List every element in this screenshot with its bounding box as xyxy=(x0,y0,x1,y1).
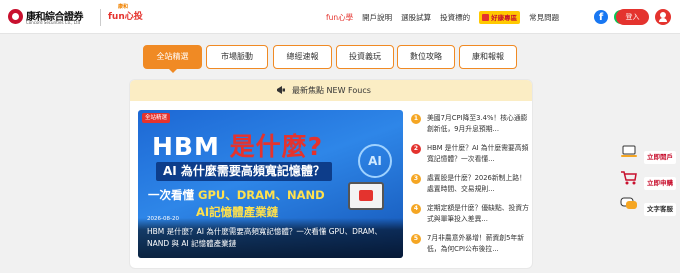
tab-market[interactable]: 市場脈動 xyxy=(206,45,268,69)
news-item-title[interactable]: 定期定額是什麼？優缺點、投資方式與單筆投入差異... xyxy=(427,203,531,225)
news-card-header: 最新焦點 NEW Foucs xyxy=(130,80,532,101)
megaphone-icon xyxy=(277,86,285,94)
banner-title-what: 是什麼? xyxy=(229,132,324,161)
top-nav: fun心學 開戶說明 選股試算 投資標的 好康專區 常見問題 xyxy=(326,10,568,24)
site-header: 康和綜合證券 Concord Securities Co., Ltd fun心投… xyxy=(0,0,680,34)
news-list-item[interactable]: 1 美國7月CPI降至3.4%！核心通膨創新低，9月升息預期... xyxy=(411,113,529,143)
news-item-title[interactable]: 美國7月CPI降至3.4%！核心通膨創新低，9月升息預期... xyxy=(427,113,531,135)
nav-fun-learn[interactable]: fun心學 xyxy=(326,12,353,23)
side-open-account-label: 立即開戶 xyxy=(644,151,676,164)
tab-digital[interactable]: 數位攻略 xyxy=(397,45,455,69)
tab-concord-news[interactable]: 康和報報 xyxy=(459,45,517,69)
banner-line-2: 一次看懂 GPU、DRAM、NAND xyxy=(148,187,325,203)
news-item-title[interactable]: 7月非農意外暴增！薪資創5年新低，為何CPI公布後拉... xyxy=(427,233,531,255)
tab-macro[interactable]: 總經速報 xyxy=(273,45,332,69)
promo-button[interactable]: 好康專區 xyxy=(479,10,521,24)
fun-logo[interactable]: fun心投 康和 xyxy=(108,4,143,22)
rank-badge: 5 xyxy=(411,234,421,244)
side-subscribe[interactable]: 立即申購 xyxy=(618,170,680,196)
fun-logo-small: 康和 xyxy=(118,4,129,10)
chat-icon xyxy=(620,197,637,209)
nav-investment-targets[interactable]: 投資標的 xyxy=(440,12,470,23)
side-open-account[interactable]: 立即開戶 xyxy=(618,144,680,170)
news-list-item[interactable]: 4 定期定額是什麼？優缺點、投資方式與單筆投入差異... xyxy=(411,203,529,233)
tab-featured[interactable]: 全站精選 xyxy=(143,45,202,73)
rank-badge: 1 xyxy=(411,114,421,124)
news-list-item[interactable]: 3 處置股是什麼？2026新制上路！處置時間、交易規則... xyxy=(411,173,529,203)
news-heading: 最新焦點 NEW Foucs xyxy=(292,86,371,95)
news-list-item[interactable]: 5 7月非農意外暴增！薪資創5年新低，為何CPI公布後拉... xyxy=(411,233,529,263)
rank-badge: 2 xyxy=(411,144,421,154)
promo-label: 好康專區 xyxy=(491,14,518,22)
gift-icon xyxy=(482,13,490,21)
news-card: 最新焦點 NEW Foucs 全站精選 HBM 是什麼? AI AI 為什麼需要… xyxy=(129,79,533,269)
nav-faq[interactable]: 常見問題 xyxy=(529,12,559,23)
laptop-icon xyxy=(621,145,637,157)
banner-title: HBM 是什麼? xyxy=(152,127,323,163)
news-item-title[interactable]: 處置股是什麼？2026新制上路！處置時間、交易規則... xyxy=(427,173,531,195)
rank-badge: 4 xyxy=(411,204,421,214)
facebook-icon[interactable]: f xyxy=(594,10,608,24)
brand-name-en: Concord Securities Co., Ltd xyxy=(26,20,81,25)
side-text-support[interactable]: 文字客服 xyxy=(618,196,680,222)
featured-tag: 全站精選 xyxy=(142,113,171,123)
banner-line-1: AI 為什麼需要高頻寬記憶體？ xyxy=(156,162,332,181)
logo-divider xyxy=(100,9,101,26)
nav-account-guide[interactable]: 開戶說明 xyxy=(362,12,392,23)
featured-article[interactable]: 全站精選 HBM 是什麼? AI AI 為什麼需要高頻寬記憶體？ 一次看懂 GP… xyxy=(138,110,403,258)
fun-logo-text: fun心投 xyxy=(108,12,143,22)
news-item-title[interactable]: HBM 是什麼？AI 為什麼需要高頻寬記憶體？一次看懂... xyxy=(427,143,531,165)
nav-stock-calc[interactable]: 選股試算 xyxy=(401,12,431,23)
cart-icon xyxy=(621,171,637,185)
feature-title[interactable]: HBM 是什麼？AI 為什麼需要高頻寬記憶體？一次看懂 GPU、DRAM、NAN… xyxy=(147,226,397,250)
rank-badge: 3 xyxy=(411,174,421,184)
brand-logo[interactable]: 康和綜合證券 Concord Securities Co., Ltd xyxy=(8,8,98,26)
user-icon[interactable] xyxy=(655,9,671,25)
memory-chip-icon xyxy=(348,182,384,210)
tab-invest-fun[interactable]: 投資義玩 xyxy=(336,45,394,69)
news-list-item[interactable]: 2 HBM 是什麼？AI 為什麼需要高頻寬記憶體？一次看懂... xyxy=(411,143,529,173)
feature-date: 2026-08-20 xyxy=(147,216,179,222)
ai-badge-icon: AI xyxy=(358,144,392,178)
side-subscribe-label: 立即申購 xyxy=(644,177,676,190)
login-button[interactable]: 登入 xyxy=(616,9,649,25)
banner-title-hbm: HBM xyxy=(152,132,220,161)
brand-mark-icon xyxy=(8,9,23,24)
banner-line-2b: GPU、DRAM、NAND xyxy=(198,188,325,202)
banner-line-2a: 一次看懂 xyxy=(148,188,199,202)
side-text-support-label: 文字客服 xyxy=(644,203,676,216)
